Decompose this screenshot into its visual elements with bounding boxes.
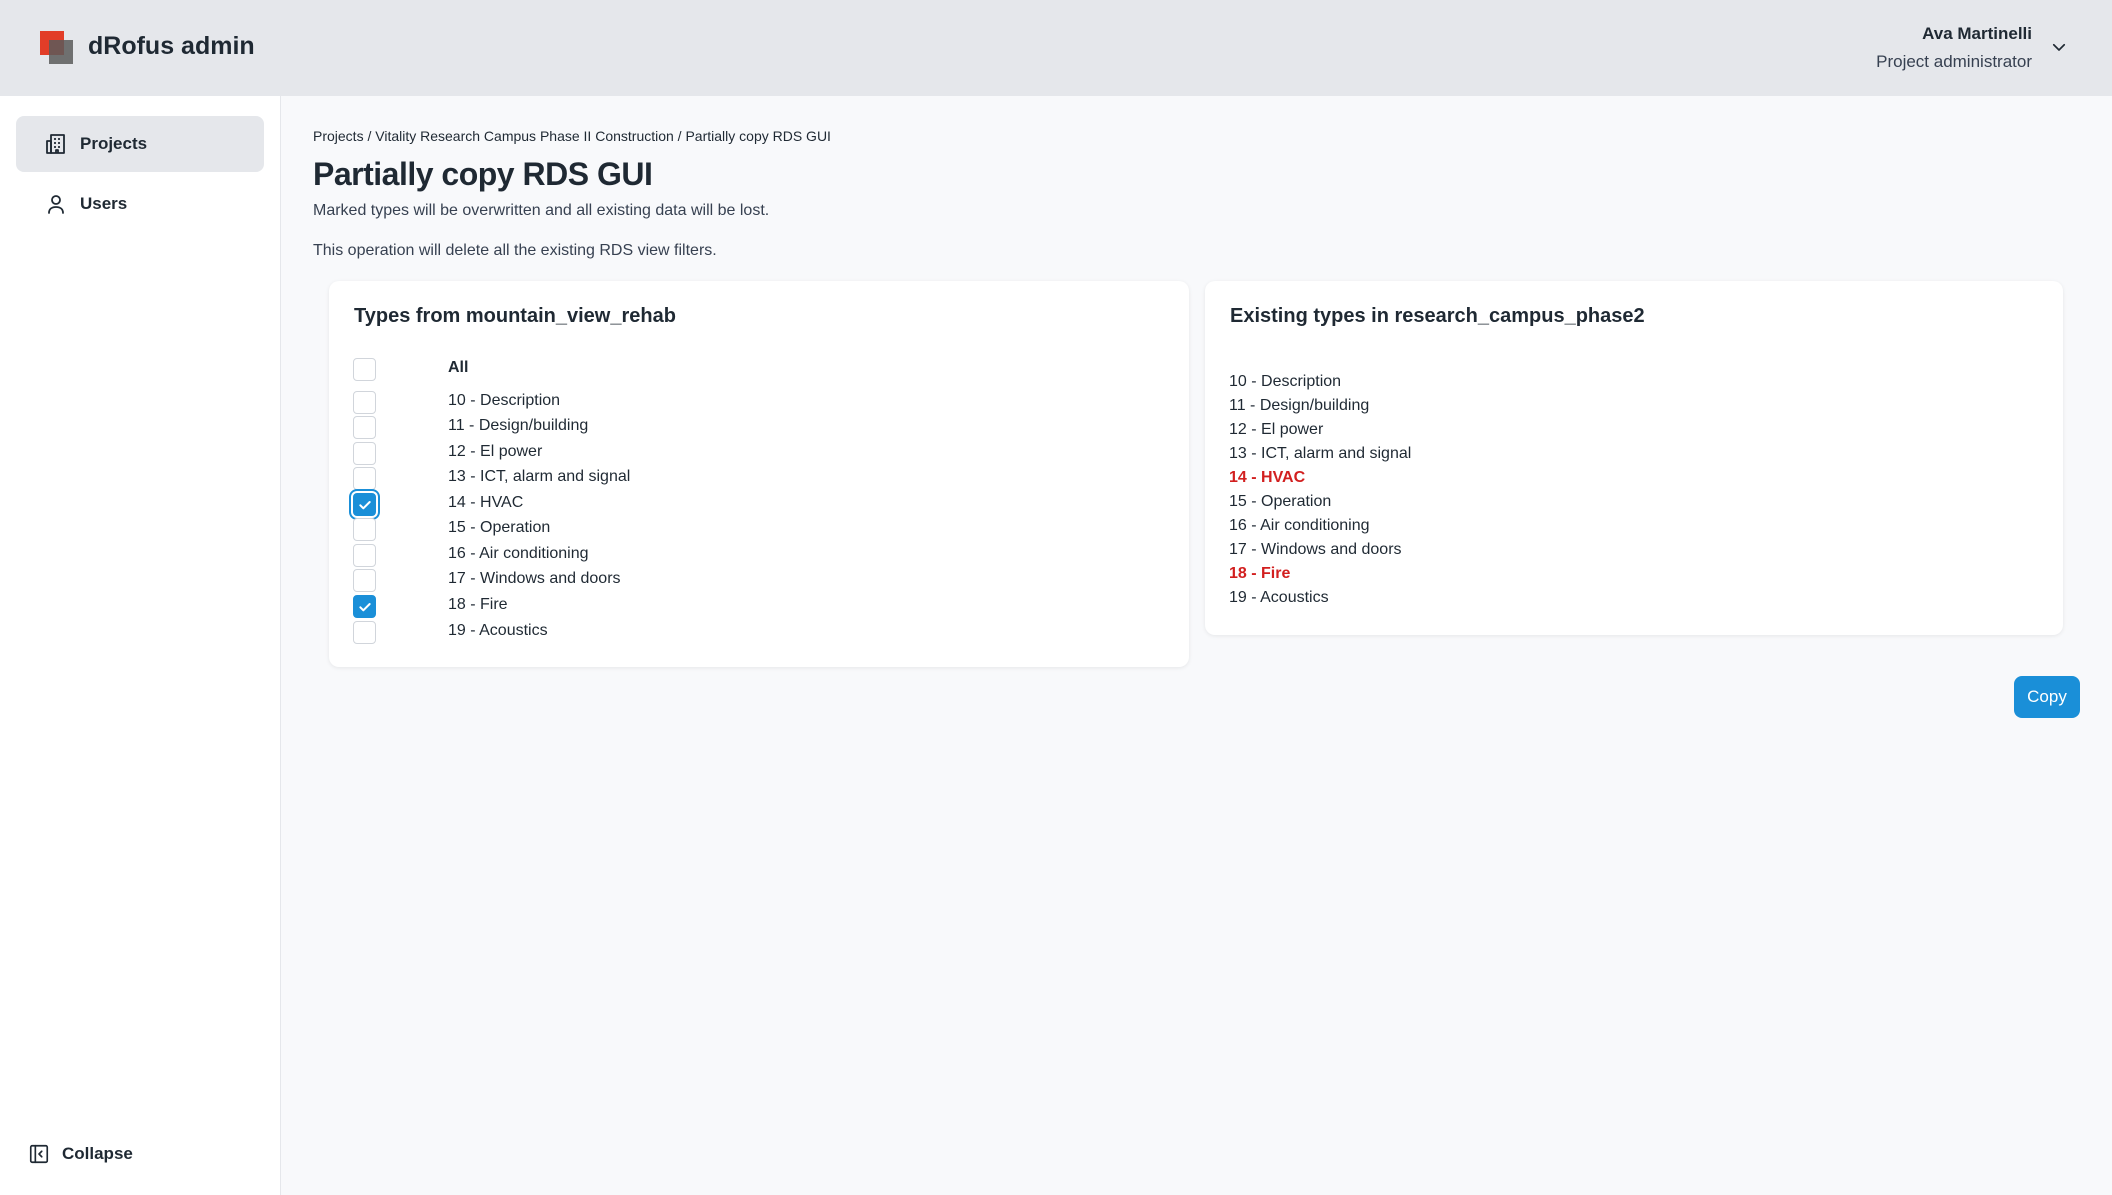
copy-button[interactable]: Copy xyxy=(2014,676,2080,718)
breadcrumb: Projects / Vitality Research Campus Phas… xyxy=(313,128,831,144)
type-checkbox-row[interactable]: 16 - Air conditioning xyxy=(329,542,1129,568)
user-role: Project administrator xyxy=(1876,52,2032,71)
user-icon xyxy=(48,195,64,214)
warning-text: Marked types will be overwritten and all… xyxy=(313,202,770,219)
collapse-sidebar-icon xyxy=(29,1144,49,1164)
sidebar-item-projects[interactable]: Projects xyxy=(16,116,264,172)
type-label: 14 - HVAC xyxy=(448,494,524,511)
type-checkbox-row[interactable]: 14 - HVAC xyxy=(329,491,1129,517)
checkbox[interactable] xyxy=(353,416,376,439)
source-panel-title: Types from mountain_view_rehab xyxy=(354,305,676,327)
target-types-panel: Existing types in research_campus_phase2… xyxy=(1205,281,2063,635)
drofus-logo-icon xyxy=(40,31,74,65)
type-label: All xyxy=(448,359,469,376)
checkmark-icon xyxy=(359,603,371,612)
app-title: dRofus admin xyxy=(88,32,255,60)
existing-type-item: 11 - Design/building xyxy=(1229,397,1370,414)
existing-type-item: 16 - Air conditioning xyxy=(1229,517,1370,534)
checkbox[interactable] xyxy=(353,544,376,567)
sidebar: Projects Users Collapse xyxy=(0,96,281,1195)
type-label: 12 - El power xyxy=(448,443,543,460)
existing-type-item: 12 - El power xyxy=(1229,421,1324,438)
type-checkbox-row[interactable]: 17 - Windows and doors xyxy=(329,567,1129,593)
checkbox[interactable] xyxy=(353,391,376,414)
checkbox[interactable] xyxy=(353,358,376,381)
target-panel-title: Existing types in research_campus_phase2 xyxy=(1230,305,1645,327)
type-checkbox-row[interactable]: 15 - Operation xyxy=(329,516,1129,542)
sidebar-item-label: Projects xyxy=(80,134,148,153)
checkbox[interactable] xyxy=(353,621,376,644)
checkbox[interactable] xyxy=(353,442,376,465)
user-name[interactable]: Ava Martinelli xyxy=(1922,24,2032,44)
type-label: 11 - Design/building xyxy=(448,417,589,434)
type-label: 19 - Acoustics xyxy=(448,622,548,639)
existing-type-item: 17 - Windows and doors xyxy=(1229,541,1402,558)
collapse-label: Collapse xyxy=(62,1144,133,1163)
type-label: 10 - Description xyxy=(448,392,561,409)
page-title: Partially copy RDS GUI xyxy=(313,156,653,192)
type-checkbox-row[interactable]: 11 - Design/building xyxy=(329,414,1129,440)
checkbox[interactable] xyxy=(353,569,376,592)
existing-type-item: 19 - Acoustics xyxy=(1229,589,1329,606)
type-checkbox-row[interactable]: 19 - Acoustics xyxy=(329,619,1129,645)
collapse-button[interactable]: Collapse xyxy=(28,1143,133,1165)
checkbox[interactable] xyxy=(353,493,376,516)
existing-type-item: 18 - Fire xyxy=(1229,565,1291,582)
chevron-down-icon[interactable] xyxy=(2050,38,2068,56)
type-label: 16 - Air conditioning xyxy=(448,545,589,562)
select-all-row[interactable]: All xyxy=(329,356,1129,382)
checkbox[interactable] xyxy=(353,595,376,618)
warning-text: This operation will delete all the exist… xyxy=(313,242,717,259)
type-label: 15 - Operation xyxy=(448,519,551,536)
type-checkbox-row[interactable]: 18 - Fire xyxy=(329,593,1129,619)
sidebar-item-users[interactable]: Users xyxy=(16,176,264,232)
top-bar: dRofus admin Ava Martinelli Project admi… xyxy=(0,0,2112,96)
type-label: 18 - Fire xyxy=(448,596,508,613)
sidebar-item-label: Users xyxy=(80,194,128,213)
existing-type-item: 14 - HVAC xyxy=(1229,469,1306,486)
type-checkbox-row[interactable]: 12 - El power xyxy=(329,440,1129,466)
type-label: 13 - ICT, alarm and signal xyxy=(448,468,631,485)
checkbox[interactable] xyxy=(353,467,376,490)
checkbox[interactable] xyxy=(353,518,376,541)
type-checkbox-row[interactable]: 10 - Description xyxy=(329,389,1129,415)
building-icon xyxy=(46,134,65,154)
source-types-panel: Types from mountain_view_rehab All 10 - D… xyxy=(329,281,1189,667)
type-label: 17 - Windows and doors xyxy=(448,570,621,587)
type-checkbox-row[interactable]: 13 - ICT, alarm and signal xyxy=(329,465,1129,491)
existing-type-item: 15 - Operation xyxy=(1229,493,1332,510)
existing-type-item: 10 - Description xyxy=(1229,373,1342,390)
checkmark-icon xyxy=(359,501,371,510)
breadcrumb-project[interactable]: Vitality Research Campus Phase II Constr… xyxy=(375,128,674,144)
breadcrumb-current: Partially copy RDS GUI xyxy=(685,128,831,144)
breadcrumb-projects[interactable]: Projects xyxy=(313,128,364,144)
existing-type-item: 13 - ICT, alarm and signal xyxy=(1229,445,1412,462)
